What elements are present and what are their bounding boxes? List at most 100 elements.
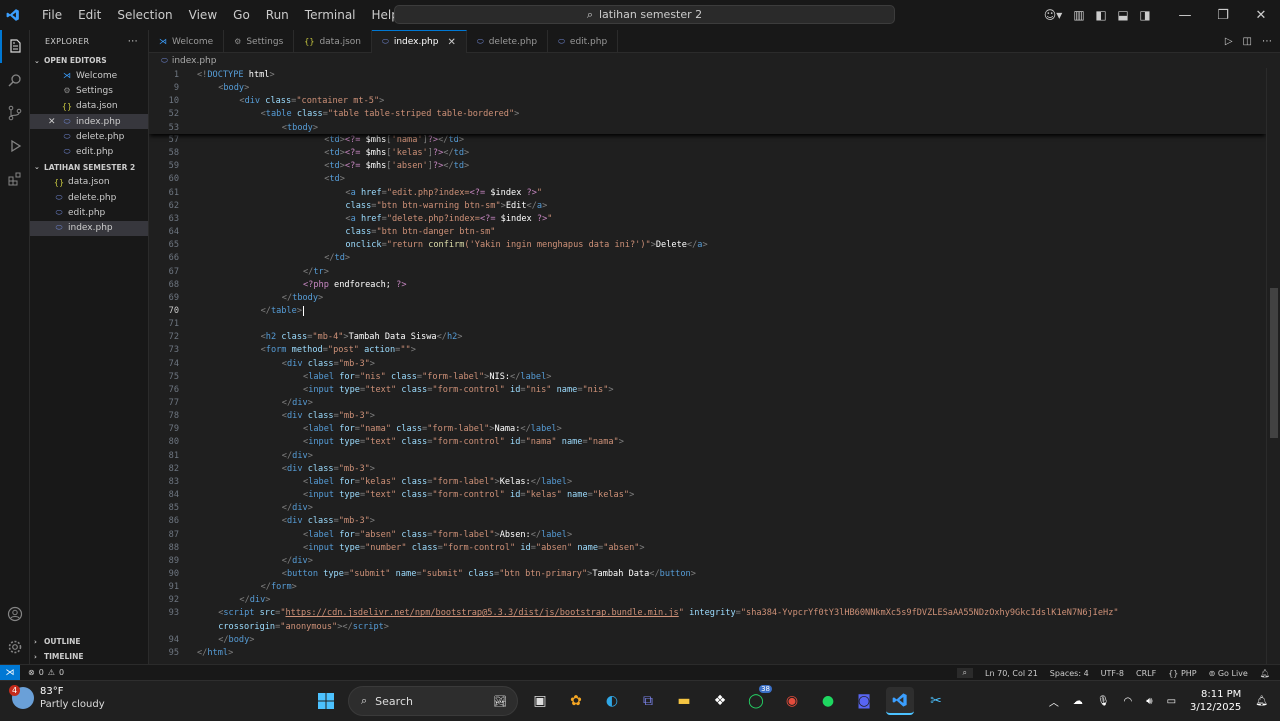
menu-file[interactable]: File (34, 0, 70, 30)
sidebar-item[interactable]: {} data.json (30, 99, 148, 114)
go-live-label: Go Live (1217, 668, 1248, 678)
sidebar-item[interactable]: ✕ ⬭ index.php (30, 113, 148, 130)
taskbar-search[interactable]: ⌕ Search 🏞︎ (348, 686, 518, 716)
tab-data-json[interactable]: {} data.json (294, 30, 372, 53)
encoding[interactable]: UTF-8 (1101, 669, 1124, 678)
search-icon: ⌕ (586, 7, 593, 21)
code-line: 75 <label for="nis" class="form-label">NI… (149, 371, 1266, 384)
language-mode[interactable]: {} PHP (1168, 669, 1196, 678)
close-icon[interactable]: ✕ (48, 117, 60, 127)
code-token: "nis" (359, 371, 386, 382)
editor-scrollbar[interactable] (1266, 68, 1280, 664)
copilot-icon[interactable]: ☺▾ (1038, 0, 1068, 30)
code-text: <div class="mb-3"> (282, 410, 375, 423)
go-live-button[interactable]: ⊚ Go Live (1209, 669, 1248, 678)
restore-button[interactable]: ❐ (1204, 0, 1242, 30)
sidebar-item[interactable]: ⚙ Settings (30, 83, 148, 98)
discord-icon[interactable]: ◙ (850, 687, 878, 715)
windows-start-icon[interactable] (312, 687, 340, 715)
account-icon[interactable] (0, 597, 30, 630)
breadcrumb-file[interactable]: index.php (172, 56, 217, 66)
toggle-panel-icon[interactable]: ⬓ (1112, 0, 1134, 30)
folder-section[interactable]: ⌄ LATIHAN SEMESTER 2 (30, 160, 148, 175)
run-debug-icon[interactable] (0, 129, 30, 162)
line-number: 65 (168, 240, 179, 251)
search-icon[interactable] (0, 63, 30, 96)
dropbox-icon[interactable]: ❖ (706, 687, 734, 715)
sidebar-item[interactable]: ⬭ delete.php (30, 190, 148, 205)
sidebar-item[interactable]: ⬭ edit.php (30, 205, 148, 220)
code-token: class (291, 109, 323, 120)
sidebar-item[interactable]: ⬭ index.php (30, 220, 148, 236)
battery-icon[interactable]: ▭ (1167, 696, 1176, 707)
close-icon[interactable]: ✕ (447, 37, 455, 48)
line-number: 87 (168, 529, 179, 540)
snipping-tool-icon[interactable]: ✂ (922, 687, 950, 715)
timeline-section[interactable]: › TIMELINE (30, 649, 83, 664)
remote-icon[interactable]: ⋊ (0, 664, 20, 681)
toggle-secondary-sidebar-icon[interactable]: ◨ (1134, 0, 1156, 30)
onedrive-cloud-icon[interactable]: ☁ (1073, 696, 1083, 707)
show-hidden-icons-icon[interactable]: ︿ (1049, 694, 1059, 709)
task-view-icon[interactable]: ▣ (526, 687, 554, 715)
sidebar-item[interactable]: ⋊ Welcome (30, 68, 148, 83)
vscode-taskbar-icon[interactable] (886, 687, 914, 715)
volume-icon[interactable]: 🔊︎ (1146, 696, 1152, 707)
chrome-icon[interactable]: ◉ (778, 687, 806, 715)
clock[interactable]: 8:11 PM 3/12/2025 (1190, 688, 1241, 714)
weather-widget[interactable]: 4 83°F Partly cloudy (9, 685, 105, 711)
close-button[interactable]: ✕ (1242, 0, 1280, 30)
edge-icon[interactable]: ◐ (598, 687, 626, 715)
sidebar-item[interactable]: ⬭ delete.php (30, 129, 148, 144)
menu-selection[interactable]: Selection (109, 0, 180, 30)
notification-bell-icon[interactable]: 🔔︎ (1255, 696, 1268, 707)
tab-delete-php[interactable]: ⬭ delete.php (467, 30, 549, 53)
code-token: </ (520, 424, 531, 435)
wifi-icon[interactable]: ◠ (1124, 696, 1133, 707)
code-editor[interactable]: 1 <!DOCTYPE html> 9 <body> 10 <div class="con… (149, 68, 1266, 664)
tab-index-php[interactable]: ⬭ index.php ✕ (372, 30, 467, 53)
code-token: </ (526, 200, 537, 211)
menu-view[interactable]: View (181, 0, 225, 30)
explorer-icon[interactable] (0, 30, 30, 63)
toggle-sidebar-icon[interactable]: ◧ (1090, 0, 1112, 30)
minimize-button[interactable]: — (1166, 0, 1204, 30)
more-actions-icon[interactable]: ⋯ (128, 36, 138, 47)
menu-terminal[interactable]: Terminal (297, 0, 364, 30)
tab-edit-php[interactable]: ⬭ edit.php (548, 30, 619, 53)
outline-section[interactable]: › OUTLINE (30, 634, 81, 649)
copilot-app-icon[interactable]: ✿ (562, 687, 590, 715)
teams-icon[interactable]: ⧉ (634, 687, 662, 715)
code-token: > (228, 647, 234, 658)
run-icon[interactable]: ▷ (1225, 36, 1233, 47)
zoom-icon[interactable]: ⌕ (956, 668, 974, 678)
spotify-icon[interactable]: ● (814, 687, 842, 715)
end-of-line[interactable]: CRLF (1136, 669, 1156, 678)
menu-run[interactable]: Run (258, 0, 297, 30)
file-explorer-icon[interactable]: ▬ (670, 687, 698, 715)
php-icon: ⬭ (63, 147, 71, 157)
code-line: 94 </body> (149, 634, 1266, 647)
tab-welcome[interactable]: ⋊ Welcome (149, 30, 225, 53)
notifications-bell-icon[interactable]: 🔔︎ (1260, 669, 1270, 678)
microphone-icon[interactable]: 🎙︎ (1097, 696, 1110, 707)
split-editor-icon[interactable]: ◫ (1243, 36, 1252, 47)
layout-customize-icon[interactable]: ▥ (1068, 0, 1090, 30)
tab-settings[interactable]: ⚙ Settings (224, 30, 295, 53)
code-token: div (286, 516, 303, 527)
more-actions-icon[interactable]: ⋯ (1262, 36, 1272, 47)
manage-gear-icon[interactable] (0, 630, 30, 663)
cursor-position[interactable]: Ln 70, Col 21 (985, 669, 1038, 678)
sidebar-item[interactable]: ⬭ edit.php (30, 144, 148, 159)
menu-edit[interactable]: Edit (70, 0, 109, 30)
whatsapp-icon[interactable]: ◯ 38 (742, 685, 772, 715)
open-editors-section[interactable]: ⌄ OPEN EDITORS (30, 53, 148, 68)
menu-go[interactable]: Go (225, 0, 258, 30)
command-center-search[interactable]: ⌕ latihan semester 2 (394, 5, 895, 24)
problems-indicator[interactable]: ⊗ 0 ⚠ 0 (28, 668, 64, 677)
extensions-icon[interactable] (0, 162, 30, 195)
indentation[interactable]: Spaces: 4 (1050, 669, 1089, 678)
source-control-icon[interactable] (0, 96, 30, 129)
sidebar-item[interactable]: {} data.json (30, 175, 148, 190)
scrollbar-thumb[interactable] (1270, 288, 1278, 438)
